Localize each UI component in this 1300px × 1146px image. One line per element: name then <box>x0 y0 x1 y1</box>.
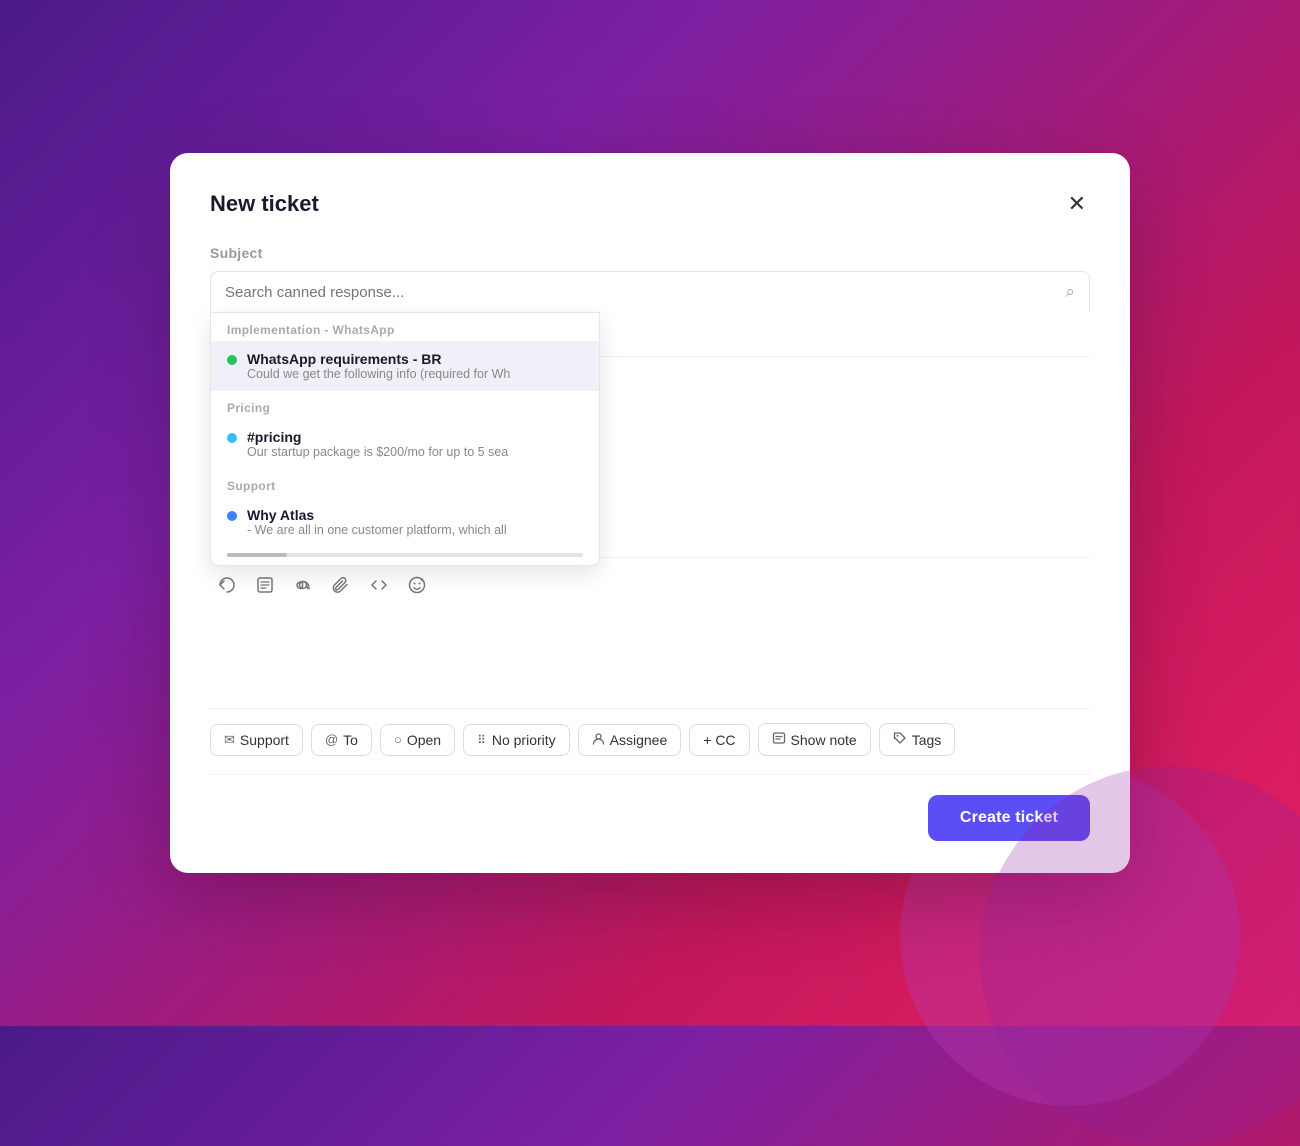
canned-item-title: WhatsApp requirements - BR <box>247 351 583 367</box>
cc-chip[interactable]: + CC <box>689 724 749 756</box>
canned-item-content-atlas: Why Atlas - We are all in one customer p… <box>247 507 583 537</box>
canned-item-preview: Could we get the following info (require… <box>247 367 583 381</box>
mail-icon: ✉ <box>224 732 235 748</box>
reply-icon-btn[interactable] <box>210 570 244 605</box>
modal-header: New ticket ✕ <box>210 189 1090 219</box>
code-icon-btn[interactable] <box>362 570 396 605</box>
cc-label: + CC <box>703 732 735 748</box>
canned-item-content: WhatsApp requirements - BR Could we get … <box>247 351 583 381</box>
tags-label: Tags <box>912 732 942 748</box>
create-ticket-button[interactable]: Create ticket <box>928 795 1090 841</box>
to-chip[interactable]: @ To <box>311 724 372 756</box>
canned-item-pricing[interactable]: #pricing Our startup package is $200/mo … <box>211 419 599 469</box>
status-dot-light-blue <box>227 433 237 443</box>
close-icon: ✕ <box>1068 191 1086 216</box>
mention-icon-btn[interactable] <box>286 570 320 605</box>
modal-footer: Create ticket <box>210 774 1090 841</box>
group-label-implementation: Implementation - WhatsApp <box>211 313 599 341</box>
to-label: To <box>343 732 358 748</box>
canned-item-title-pricing: #pricing <box>247 429 583 445</box>
new-ticket-modal: New ticket ✕ Subject ⌕ Implementation - … <box>170 153 1130 873</box>
book-icon-btn[interactable] <box>248 570 282 605</box>
search-input-wrapper: ⌕ <box>210 271 1090 312</box>
at-icon: @ <box>325 732 338 747</box>
group-label-pricing: Pricing <box>211 391 599 419</box>
open-label: Open <box>407 732 441 748</box>
show-note-label: Show note <box>791 732 857 748</box>
search-container: ⌕ Implementation - WhatsApp WhatsApp req… <box>210 271 1090 312</box>
group-label-support: Support <box>211 469 599 497</box>
status-dot-green <box>227 355 237 365</box>
note-icon <box>772 731 786 748</box>
no-priority-label: No priority <box>492 732 556 748</box>
emoji-icon-btn[interactable] <box>400 570 434 605</box>
status-dot-blue <box>227 511 237 521</box>
support-label: Support <box>240 732 289 748</box>
tags-chip[interactable]: Tags <box>879 723 956 756</box>
scrollbar-track <box>227 553 583 557</box>
person-icon <box>592 732 605 748</box>
assignee-label: Assignee <box>610 732 668 748</box>
close-button[interactable]: ✕ <box>1064 189 1090 219</box>
canned-item-preview-pricing: Our startup package is $200/mo for up to… <box>247 445 583 459</box>
subject-label: Subject <box>210 245 1090 261</box>
scrollbar-thumb <box>227 553 287 557</box>
circle-icon: ○ <box>394 732 402 747</box>
actions-bar: ✉ Support @ To ○ Open ⠿ No priority <box>210 708 1090 764</box>
attach-icon-btn[interactable] <box>324 570 358 605</box>
canned-item-preview-atlas: - We are all in one customer platform, w… <box>247 523 583 537</box>
modal-title: New ticket <box>210 191 319 217</box>
canned-dropdown: Implementation - WhatsApp WhatsApp requi… <box>210 312 600 566</box>
tag-icon <box>893 731 907 748</box>
assignee-chip[interactable]: Assignee <box>578 724 682 756</box>
modal-overlay: New ticket ✕ Subject ⌕ Implementation - … <box>0 0 1300 1026</box>
support-chip[interactable]: ✉ Support <box>210 724 303 756</box>
open-chip[interactable]: ○ Open <box>380 724 455 756</box>
canned-item-title-atlas: Why Atlas <box>247 507 583 523</box>
show-note-chip[interactable]: Show note <box>758 723 871 756</box>
canned-item-whatsapp[interactable]: WhatsApp requirements - BR Could we get … <box>211 341 599 391</box>
search-input[interactable] <box>225 284 1065 301</box>
no-priority-chip[interactable]: ⠿ No priority <box>463 724 570 756</box>
canned-item-content-pricing: #pricing Our startup package is $200/mo … <box>247 429 583 459</box>
priority-icon: ⠿ <box>477 733 487 747</box>
search-icon: ⌕ <box>1065 282 1075 302</box>
canned-item-atlas[interactable]: Why Atlas - We are all in one customer p… <box>211 497 599 547</box>
